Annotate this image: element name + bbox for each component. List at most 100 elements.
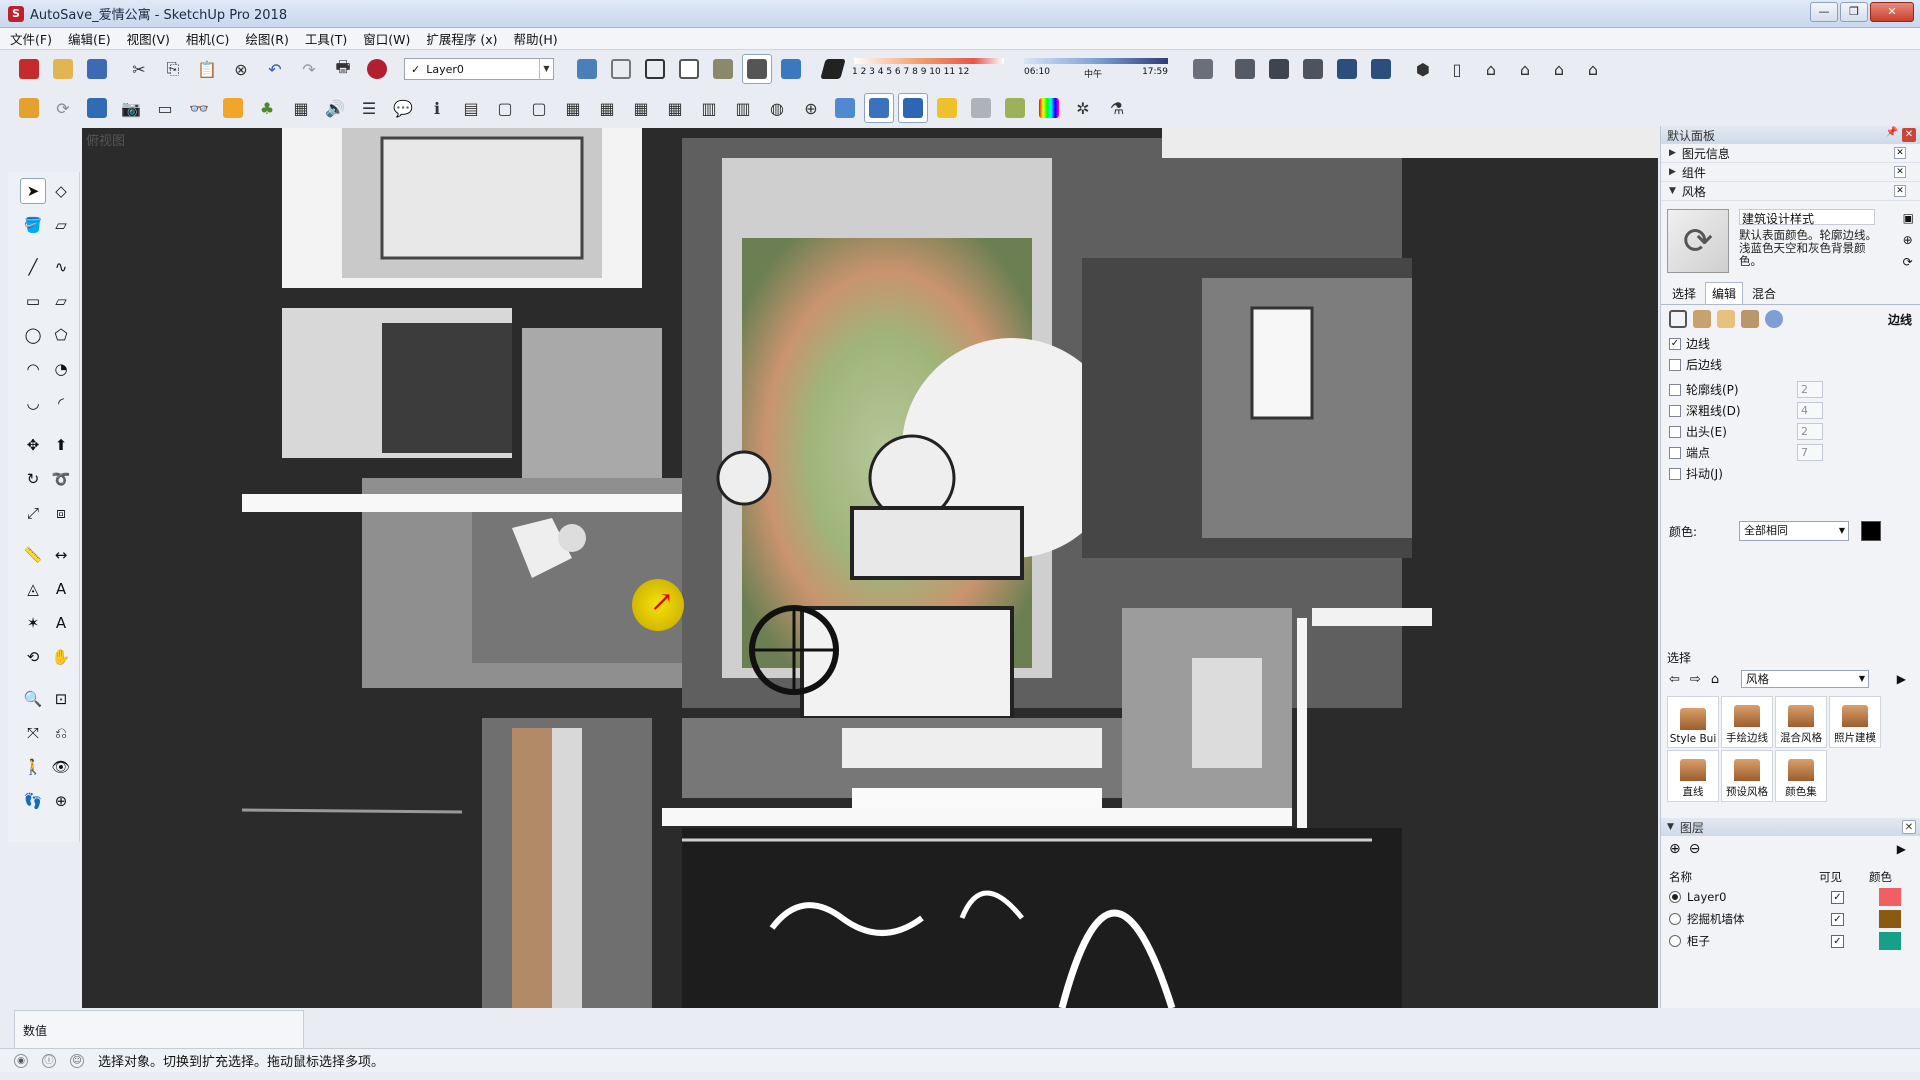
open-file-icon[interactable] <box>48 54 78 84</box>
copy-icon[interactable]: ⎘ <box>158 54 188 84</box>
shaded-textures-style-icon[interactable] <box>742 54 772 84</box>
info-icon[interactable]: ℹ <box>422 93 452 123</box>
erase-icon[interactable]: ⊗ <box>226 54 256 84</box>
tray-styles[interactable]: ▼ 风格 ✕ <box>1661 182 1920 201</box>
layer-active-radio[interactable] <box>1669 891 1681 903</box>
edge-option-checkbox[interactable] <box>1669 358 1681 371</box>
style-description[interactable]: 默认表面颜色。轮廓边线。浅蓝色天空和灰色背景颜色。 <box>1739 229 1879 268</box>
create-style-icon[interactable]: ⊕ <box>1903 233 1914 247</box>
move-icon[interactable]: ✥ <box>20 432 46 458</box>
pin-icon[interactable]: 📌 <box>1886 127 1898 138</box>
edge-option-checkbox[interactable]: ✓ <box>1669 337 1681 350</box>
protractor-icon[interactable]: ◬ <box>20 576 46 602</box>
edge-option-checkbox[interactable] <box>1669 404 1681 417</box>
menu-extensions[interactable]: 扩展程序 (x) <box>426 29 497 48</box>
remove-layer-icon[interactable]: ⊖ <box>1689 841 1701 857</box>
edge-option-row[interactable]: ✓ 边线 <box>1661 333 1920 354</box>
layer-color-swatch[interactable] <box>1879 932 1901 950</box>
modeling-settings-icon[interactable] <box>1765 310 1783 328</box>
style-collection-item[interactable]: 直线 <box>1667 750 1719 802</box>
monochrome-style-icon[interactable] <box>776 54 806 84</box>
edge-option-row[interactable]: 深粗线(D) 4 <box>1661 400 1920 421</box>
glasses-icon[interactable]: 👓 <box>184 93 214 123</box>
arc-icon[interactable]: ◠ <box>20 356 46 382</box>
circle-icon[interactable]: ◯ <box>20 322 46 348</box>
layer-active-radio[interactable] <box>1669 913 1681 925</box>
grid-4-icon[interactable]: ▦ <box>660 93 690 123</box>
component-icon[interactable] <box>14 93 44 123</box>
layer-visible-checkbox[interactable]: ✓ <box>1831 912 1844 926</box>
edge-option-row[interactable]: 出头(E) 2 <box>1661 421 1920 442</box>
model-viewport[interactable]: 俯视图 ↗ <box>82 128 1658 1008</box>
back-arrow-icon[interactable]: ⇦ <box>1669 672 1680 687</box>
minimize-button[interactable]: — <box>1810 2 1838 22</box>
section-plane-tool-icon[interactable]: ⊕ <box>48 788 74 814</box>
tab-select[interactable]: 选择 <box>1665 282 1703 304</box>
maximize-button[interactable]: ❐ <box>1840 2 1868 22</box>
rotated-rectangle-icon[interactable]: ▱ <box>48 288 74 314</box>
layer-row[interactable]: 柜子 ✓ <box>1661 930 1920 952</box>
zoom-window-icon[interactable]: ⊡ <box>48 686 74 712</box>
layer-row[interactable]: Layer0 ✓ <box>1661 886 1920 908</box>
page-icon[interactable]: ▢ <box>490 93 520 123</box>
edge-option-checkbox[interactable] <box>1669 383 1681 396</box>
dimension-icon[interactable]: ↔ <box>48 542 74 568</box>
3d-text-icon[interactable]: A <box>48 610 74 636</box>
tab-edit[interactable]: 编辑 <box>1705 282 1744 304</box>
edge-option-checkbox[interactable] <box>1669 467 1681 480</box>
close-icon[interactable]: ✕ <box>1902 820 1916 834</box>
watermark-settings-icon[interactable] <box>1741 310 1759 328</box>
house-front-icon[interactable]: ⌂ <box>1510 54 1540 84</box>
cube-blue-active-icon[interactable] <box>864 93 894 123</box>
house-side-icon[interactable]: ⌂ <box>1578 54 1608 84</box>
vray-icon[interactable]: ⚗ <box>1102 93 1132 123</box>
globe-icon[interactable]: ◍ <box>762 93 792 123</box>
grid-2-icon[interactable]: ▦ <box>592 93 622 123</box>
save-style-icon[interactable]: ▣ <box>1903 211 1914 225</box>
edge-option-value[interactable]: 7 <box>1797 444 1823 461</box>
layout-icon[interactable]: ▤ <box>456 93 486 123</box>
right-view-icon[interactable] <box>1298 54 1328 84</box>
two-point-arc-icon[interactable]: ◡ <box>20 390 46 416</box>
save-icon[interactable] <box>82 54 112 84</box>
cube-green-icon[interactable] <box>1000 93 1030 123</box>
shadow-time-slider[interactable]: 06:10 中午 17:59 <box>1022 54 1172 84</box>
close-icon[interactable]: ✕ <box>1894 185 1906 197</box>
xray-style-icon[interactable] <box>572 54 602 84</box>
solid-tools-icon[interactable] <box>218 93 248 123</box>
edge-option-value[interactable]: 4 <box>1797 402 1823 419</box>
scale-tool-icon[interactable]: ✲ <box>1068 93 1098 123</box>
cube-yellow-icon[interactable] <box>932 93 962 123</box>
add-layer-icon[interactable]: ⊕ <box>1669 841 1681 857</box>
close-window-button[interactable]: ✕ <box>1870 2 1914 22</box>
layer-visible-checkbox[interactable]: ✓ <box>1831 934 1844 948</box>
edge-option-checkbox[interactable] <box>1669 446 1681 459</box>
close-icon[interactable]: ✕ <box>1894 166 1906 178</box>
style-collection-item[interactable]: 手绘边线 <box>1721 696 1773 748</box>
pan-icon[interactable]: ✋ <box>48 644 74 670</box>
rotate-icon[interactable]: ↻ <box>20 466 46 492</box>
zoom-icon[interactable]: 🔍 <box>20 686 46 712</box>
forward-arrow-icon[interactable]: ⇨ <box>1690 672 1701 687</box>
style-collection-item[interactable]: Style Bui <box>1667 696 1719 748</box>
menu-edit[interactable]: 编辑(E) <box>68 29 111 48</box>
select-icon[interactable]: ➤ <box>20 178 46 204</box>
grid-1-icon[interactable]: ▦ <box>558 93 588 123</box>
rectangle-icon[interactable]: ▭ <box>20 288 46 314</box>
geolocation-icon[interactable]: ◉ <box>14 1053 28 1068</box>
edge-option-checkbox[interactable] <box>1669 425 1681 438</box>
grid-3-icon[interactable]: ▦ <box>626 93 656 123</box>
print-icon[interactable]: 🖶 <box>328 54 358 84</box>
refresh-icon[interactable]: ⟳ <box>48 93 78 123</box>
offset-icon[interactable]: ⧈ <box>48 500 74 526</box>
eraser-icon[interactable]: ▱ <box>48 212 74 238</box>
follow-me-icon[interactable]: ➰ <box>48 466 74 492</box>
look-around-icon[interactable]: 👁 <box>48 754 74 780</box>
redo-icon[interactable]: ↷ <box>294 54 324 84</box>
text-icon[interactable]: A <box>48 576 74 602</box>
tab-mix[interactable]: 混合 <box>1745 282 1783 304</box>
edge-color-swatch[interactable] <box>1861 521 1881 541</box>
house-icon[interactable]: ⌂ <box>1476 54 1506 84</box>
edge-color-dropdown[interactable]: 全部相同 ▼ <box>1739 521 1849 541</box>
menu-tools[interactable]: 工具(T) <box>305 29 347 48</box>
